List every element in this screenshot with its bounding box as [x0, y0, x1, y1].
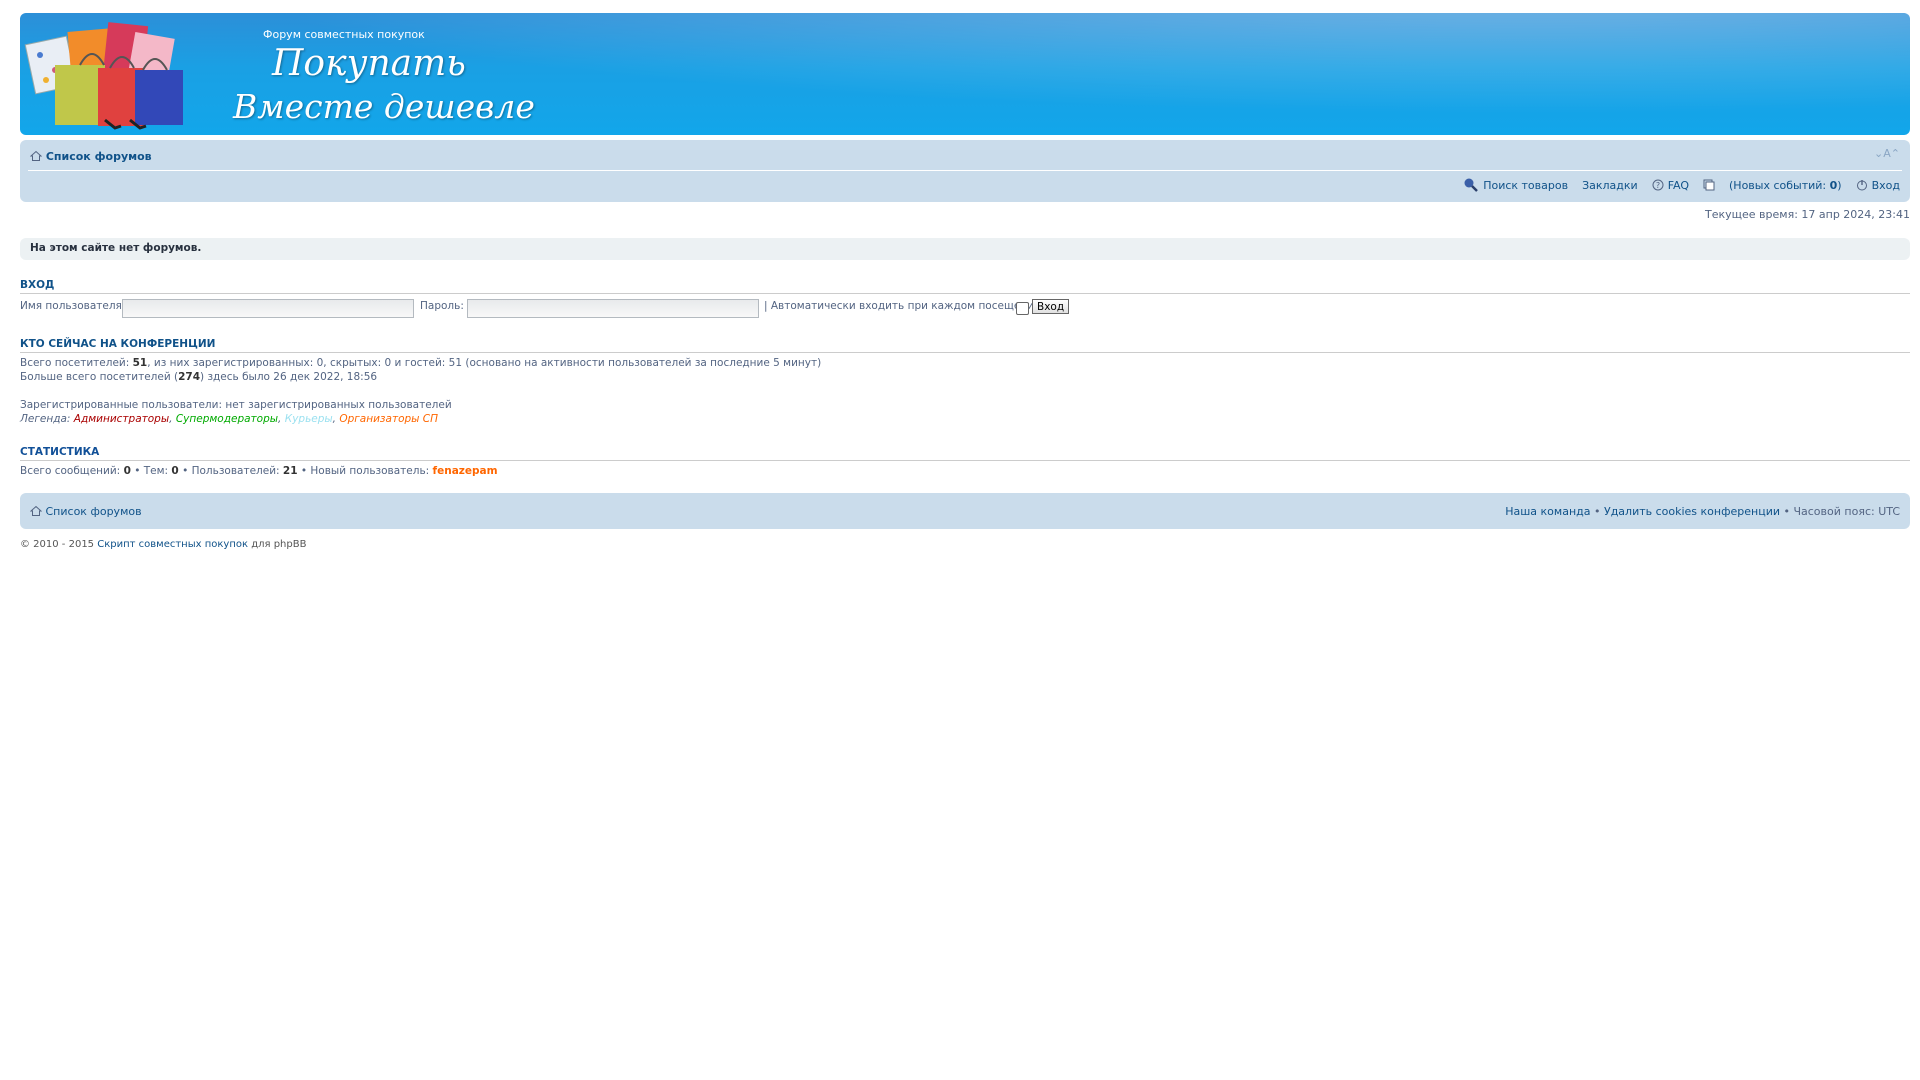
timezone-text: • Часовой пояс: UTC	[1780, 505, 1900, 518]
online-heading[interactable]: КТО СЕЙЧАС НА КОНФЕРЕНЦИИ	[20, 338, 1910, 353]
home-icon	[30, 150, 42, 161]
legend-supermods-link[interactable]: Супермодераторы	[176, 413, 278, 425]
login-submit-button[interactable]: Вход	[1032, 299, 1070, 314]
team-link[interactable]: Наша команда	[1505, 505, 1590, 518]
online-record-prefix: Больше всего посетителей (	[20, 371, 179, 383]
password-label: Пароль:	[420, 300, 464, 312]
faq-icon: ?	[1652, 179, 1664, 191]
faq-link[interactable]: FAQ	[1668, 179, 1689, 192]
online-total-line: Всего посетителей: 51, из них зарегистри…	[20, 357, 821, 369]
new-events-link[interactable]: (Новых событий: 0)	[1729, 179, 1842, 192]
login-icon	[1856, 180, 1867, 191]
stats-posts-label: Всего сообщений:	[20, 465, 124, 477]
current-time: Текущее время: 17 апр 2024, 23:41	[1705, 208, 1910, 221]
online-total-suffix: , из них зарегистрированных: 0, скрытых:…	[147, 357, 822, 369]
breadcrumb-forum-index[interactable]: Список форумов	[46, 150, 152, 163]
login-heading-link[interactable]: ВХОД	[20, 279, 54, 291]
online-record-line: Больше всего посетителей (274) здесь был…	[20, 371, 377, 383]
newest-user-link[interactable]: fenazepam	[433, 465, 498, 477]
online-total-count: 51	[132, 357, 148, 369]
online-heading-link[interactable]: КТО СЕЙЧАС НА КОНФЕРЕНЦИИ	[20, 338, 215, 350]
site-title-line1: Покупать	[272, 43, 466, 84]
stats-users-count: 21	[282, 465, 298, 477]
delete-cookies-link[interactable]: Удалить cookies конференции	[1604, 505, 1780, 518]
online-total-prefix: Всего посетителей:	[20, 357, 133, 369]
username-input[interactable]	[122, 299, 414, 318]
legend-couriers: Курьеры	[284, 413, 333, 425]
online-record-count: 274	[178, 371, 201, 383]
font-size-toggle-icon[interactable]: ⌄A⌃	[1874, 147, 1900, 160]
search-products-link[interactable]: Поиск товаров	[1483, 179, 1568, 192]
autologin-label: | Автоматически входить при каждом посещ…	[764, 300, 1041, 312]
site-description: Форум совместных покупок	[263, 28, 425, 41]
footer-navbar: Список форумов Наша команда • Удалить co…	[20, 493, 1910, 529]
login-heading[interactable]: ВХОД	[20, 279, 1910, 294]
statistics-heading: СТАТИСТИКА	[20, 446, 1910, 461]
stats-topics-count: 0	[171, 465, 179, 477]
site-header: Форум совместных покупок Покупать Вместе…	[20, 13, 1910, 135]
site-title-line2: Вместе дешевле	[233, 87, 535, 126]
copyright-script-link[interactable]: Скрипт совместных покупок	[97, 539, 248, 550]
login-link[interactable]: Вход	[1872, 179, 1900, 192]
autologin-checkbox[interactable]	[1016, 302, 1029, 315]
legend-organizers-link[interactable]: Организаторы СП	[339, 413, 438, 425]
legend-label: Легенда:	[20, 413, 74, 425]
notifications-icon	[1703, 179, 1715, 191]
legend-line: Легенда: Администраторы, Супермодераторы…	[20, 413, 439, 425]
footer-breadcrumb: Список форумов	[30, 505, 142, 518]
copyright-suffix: для phpBB	[248, 539, 307, 550]
footer-forum-index-link[interactable]: Список форумов	[46, 505, 142, 518]
info-panel: На этом сайте нет форумов.	[20, 238, 1910, 260]
search-icon	[1464, 178, 1479, 192]
registered-users-line: Зарегистрированные пользователи: нет зар…	[20, 399, 452, 411]
legend-admins-link[interactable]: Администраторы	[74, 413, 169, 425]
shopping-bags-logo[interactable]	[20, 13, 220, 135]
stats-posts-count: 0	[123, 465, 131, 477]
navbar-user-links: Поиск товаров Закладки ? FAQ (Новых собы…	[1463, 177, 1900, 193]
password-input[interactable]	[467, 299, 759, 318]
new-events-prefix: (Новых событий:	[1729, 178, 1830, 192]
copyright: © 2010 - 2015 Скрипт совместных покупок …	[20, 539, 306, 550]
stats-newest-label: • Новый пользователь:	[297, 465, 433, 477]
navbar: Список форумов ⌄A⌃ Поиск товаров Закладк…	[20, 140, 1910, 202]
new-events-suffix: )	[1837, 178, 1842, 192]
page: Форум совместных покупок Покупать Вместе…	[0, 0, 1920, 1080]
breadcrumb: Список форумов	[30, 150, 152, 163]
stats-topics-label: • Тем:	[130, 465, 172, 477]
svg-text:?: ?	[1656, 181, 1660, 190]
stats-users-label: • Пользователей:	[178, 465, 283, 477]
footer-links: Наша команда • Удалить cookies конференц…	[1505, 505, 1900, 518]
home-icon	[30, 505, 42, 516]
footer-separator: •	[1590, 505, 1604, 518]
bookmarks-link[interactable]: Закладки	[1582, 179, 1638, 192]
copyright-prefix: © 2010 - 2015	[20, 539, 98, 550]
username-label: Имя пользователя:	[20, 300, 126, 312]
online-record-suffix: ) здесь было 26 дек 2022, 18:56	[200, 371, 378, 383]
statistics-line: Всего сообщений: 0 • Тем: 0 • Пользовате…	[20, 465, 498, 477]
no-forums-message: На этом сайте нет форумов.	[30, 242, 202, 254]
